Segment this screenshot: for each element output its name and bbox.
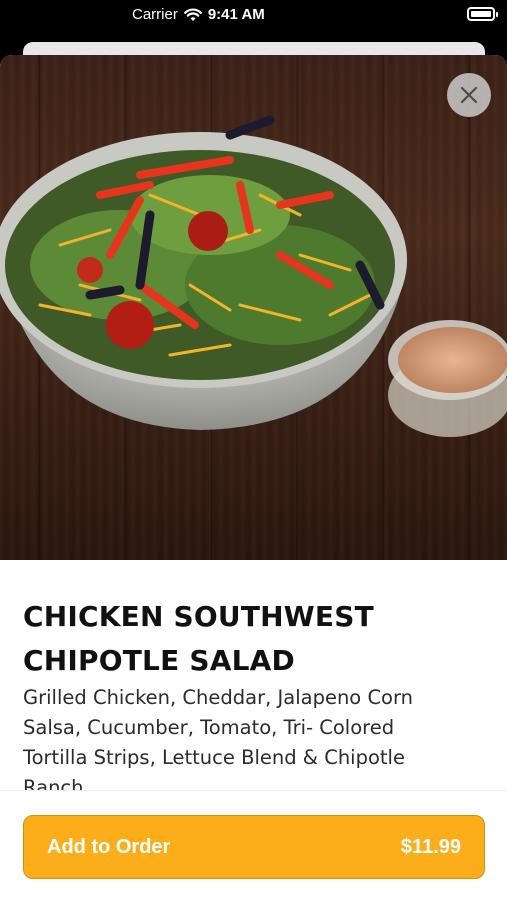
status-left: Carrier 9:41 AM	[132, 6, 265, 23]
close-button[interactable]	[447, 73, 491, 117]
status-bar: Carrier 9:41 AM	[0, 0, 507, 32]
carrier-label: Carrier	[132, 6, 178, 23]
salad-illustration	[0, 115, 507, 437]
battery-icon	[467, 7, 498, 21]
close-icon	[460, 86, 478, 104]
item-photo	[0, 55, 507, 560]
add-to-order-button[interactable]: Add to Order $11.99	[23, 815, 485, 879]
status-time: 9:41 AM	[207, 6, 265, 23]
price-label: $11.99	[400, 835, 461, 858]
item-description: Grilled Chicken, Cheddar, Jalapeno Corn …	[23, 686, 414, 799]
add-to-order-label: Add to Order	[47, 835, 171, 858]
wifi-icon	[183, 8, 202, 21]
item-detail-sheet: CHICKEN SOUTHWEST CHIPOTLE SALAD Grilled…	[0, 55, 507, 900]
item-title: CHICKEN SOUTHWEST CHIPOTLE SALAD	[23, 600, 374, 677]
footer-bar: Add to Order $11.99	[0, 790, 507, 900]
